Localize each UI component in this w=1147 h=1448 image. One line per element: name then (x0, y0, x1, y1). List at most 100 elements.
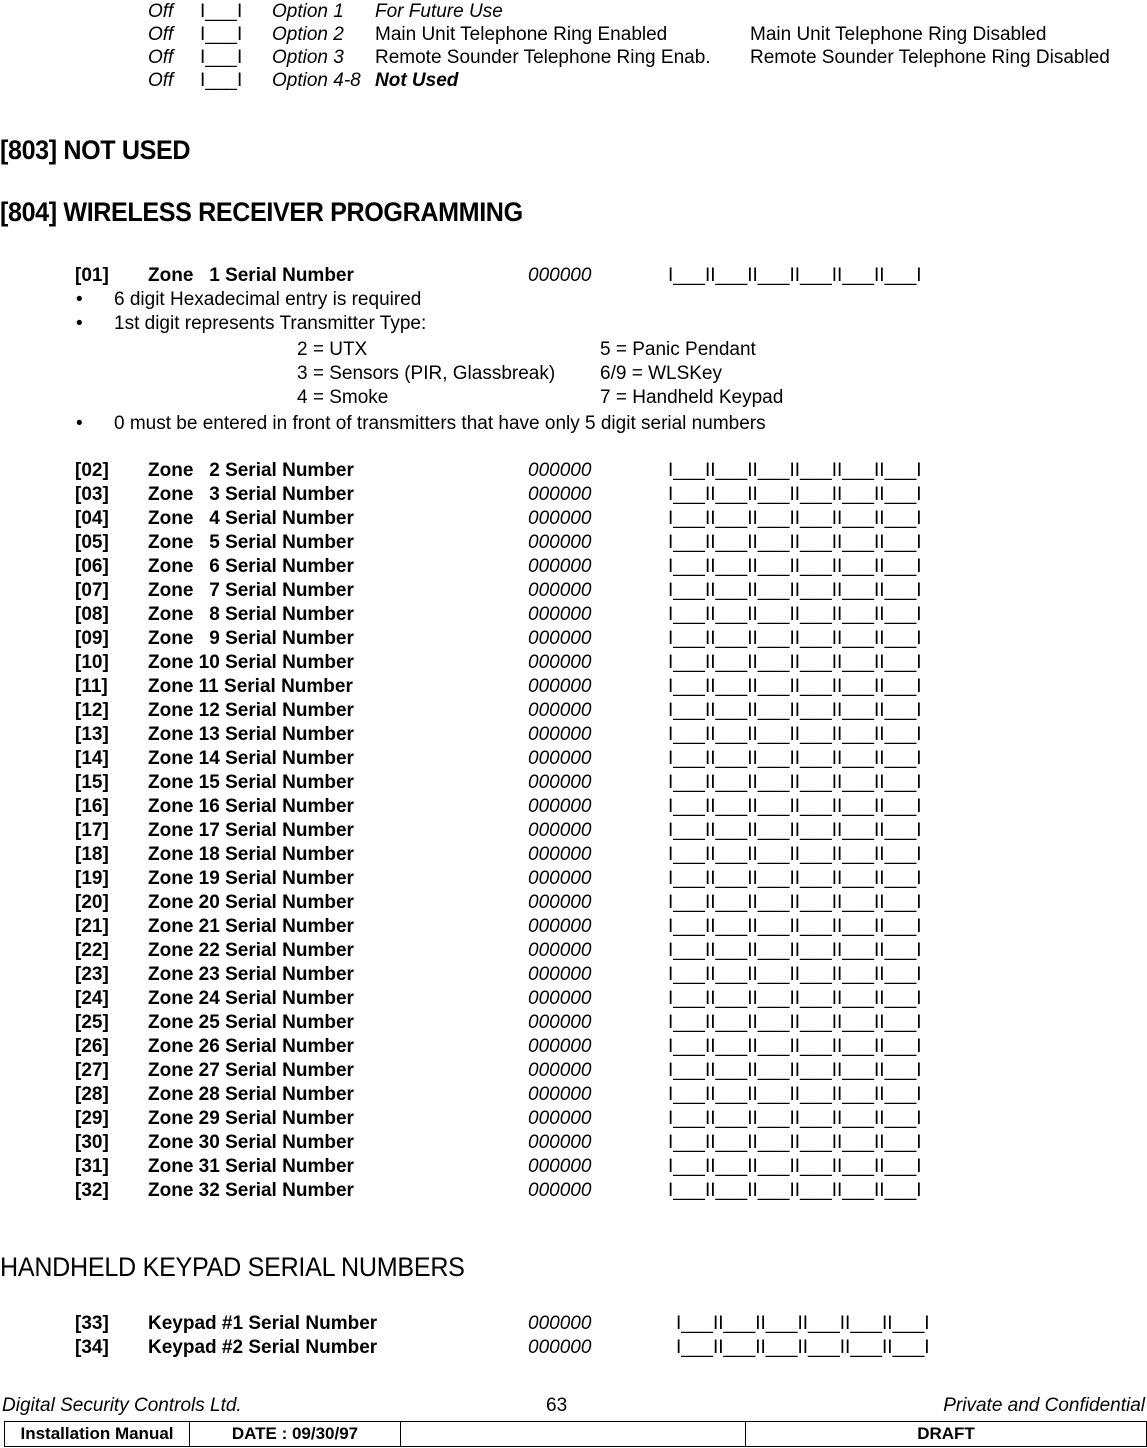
option-description-enabled: Remote Sounder Telephone Ring Enab. (375, 47, 711, 68)
zone-serial-number-row[interactable]: [03] Zone 3 Serial Number 000000 I___II___I… (0, 483, 1147, 507)
zone-serial-number-row[interactable]: [31] Zone 31 Serial Number 000000 I___II___… (0, 1155, 1147, 1179)
entry-fill-boxes[interactable]: I___II___II___II___II___II___I (668, 264, 922, 288)
zone-serial-number-row[interactable]: [20] Zone 20 Serial Number 000000 I___II___… (0, 891, 1147, 915)
bullet-text: 0 must be entered in front of transmitte… (114, 413, 766, 434)
option-row[interactable]: Off I___I Option 2 Main Unit Telephone Ring… (0, 23, 1147, 46)
option-name: Option 2 (272, 24, 344, 45)
zone-serial-number-row[interactable]: [23] Zone 23 Serial Number 000000 I___II___… (0, 963, 1147, 987)
zone-serial-number-row[interactable]: [29] Zone 29 Serial Number 000000 I___II___… (0, 1107, 1147, 1131)
entry-fill-boxes[interactable]: I___II___II___II___II___II___I (668, 579, 922, 603)
zone-serial-number-row[interactable]: [07] Zone 7 Serial Number 000000 I___II___I… (0, 579, 1147, 603)
heading-handheld-keypad-serial-numbers: HANDHELD KEYPAD SERIAL NUMBERS (0, 1252, 465, 1282)
zone-serial-number-row[interactable]: [05] Zone 5 Serial Number 000000 I___II___I… (0, 531, 1147, 555)
entry-default-value: 000000 (528, 1337, 592, 1358)
entry-fill-boxes[interactable]: I___II___II___II___II___II___I (668, 747, 922, 771)
option-description-enabled: Not Used (375, 70, 459, 91)
footer-confidentiality: Private and Confidential (943, 1395, 1145, 1416)
entry-fill-boxes[interactable]: I___II___II___II___II___II___I (668, 675, 922, 699)
zone-serial-number-row[interactable]: [02] Zone 2 Serial Number 000000 I___II___I… (0, 459, 1147, 483)
entry-index: [21] (75, 916, 109, 937)
zone-serial-number-row[interactable]: [14] Zone 14 Serial Number 000000 I___II___… (0, 747, 1147, 771)
entry-fill-boxes[interactable]: I___II___II___II___II___II___I (668, 531, 922, 555)
entry-fill-boxes[interactable]: I___II___II___II___II___II___I (668, 771, 922, 795)
zone-serial-number-row[interactable]: [32] Zone 32 Serial Number 000000 I___II___… (0, 1179, 1147, 1203)
entry-index: [06] (75, 556, 109, 577)
entry-fill-boxes[interactable]: I___II___II___II___II___II___I (668, 963, 922, 987)
zone-serial-number-row[interactable]: [10] Zone 10 Serial Number 000000 I___II___… (0, 651, 1147, 675)
entry-fill-boxes[interactable]: I___II___II___II___II___II___I (668, 507, 922, 531)
entry-fill-boxes[interactable]: I___II___II___II___II___II___I (668, 627, 922, 651)
zone-serial-number-row[interactable]: [09] Zone 9 Serial Number 000000 I___II___I… (0, 627, 1147, 651)
entry-label: Zone 14 Serial Number (148, 748, 354, 769)
zone-serial-number-row[interactable]: [24] Zone 24 Serial Number 000000 I___II___… (0, 987, 1147, 1011)
entry-fill-boxes[interactable]: I___II___II___II___II___II___I (668, 1083, 922, 1107)
entry-fill-boxes[interactable]: I___II___II___II___II___II___I (668, 1059, 922, 1083)
entry-fill-boxes[interactable]: I___II___II___II___II___II___I (668, 651, 922, 675)
bullet-icon: • (76, 313, 83, 334)
entry-fill-boxes[interactable]: I___II___II___II___II___II___I (668, 483, 922, 507)
entry-fill-boxes[interactable]: I___II___II___II___II___II___I (668, 1179, 922, 1203)
entry-fill-boxes[interactable]: I___II___II___II___II___II___I (668, 987, 922, 1011)
zone-serial-number-row[interactable]: [12] Zone 12 Serial Number 000000 I___II___… (0, 699, 1147, 723)
zone-serial-number-row[interactable]: [11] Zone 11 Serial Number 000000 I___II___… (0, 675, 1147, 699)
zone-serial-number-row[interactable]: [27] Zone 27 Serial Number 000000 I___II___… (0, 1059, 1147, 1083)
keypad-serial-number-row[interactable]: [34] Keypad #2 Serial Number 000000 I___II_… (0, 1336, 1147, 1360)
zone-serial-number-row[interactable]: [15] Zone 15 Serial Number 000000 I___II___… (0, 771, 1147, 795)
zone-serial-number-row[interactable]: [08] Zone 8 Serial Number 000000 I___II___I… (0, 603, 1147, 627)
entry-fill-boxes[interactable]: I___II___II___II___II___II___I (668, 1155, 922, 1179)
entry-fill-boxes[interactable]: I___II___II___II___II___II___I (668, 699, 922, 723)
footer-company: Digital Security Controls Ltd. (2, 1395, 242, 1416)
option-fill-box[interactable]: I___I (200, 0, 242, 23)
entry-index: [17] (75, 820, 109, 841)
entry-index: [34] (75, 1337, 109, 1358)
entry-label: Zone 30 Serial Number (148, 1132, 354, 1153)
entry-fill-boxes[interactable]: I___II___II___II___II___II___I (676, 1312, 930, 1336)
entry-label: Zone 10 Serial Number (148, 652, 354, 673)
entry-fill-boxes[interactable]: I___II___II___II___II___II___I (668, 1107, 922, 1131)
entry-label: Zone 11 Serial Number (148, 676, 353, 697)
option-row[interactable]: Off I___I Option 4-8 Not Used (0, 69, 1147, 92)
zone-serial-number-row[interactable]: [19] Zone 19 Serial Number 000000 I___II___… (0, 867, 1147, 891)
zone-serial-number-row[interactable]: [22] Zone 22 Serial Number 000000 I___II___… (0, 939, 1147, 963)
entry-fill-boxes[interactable]: I___II___II___II___II___II___I (668, 459, 922, 483)
option-fill-box[interactable]: I___I (200, 69, 242, 92)
transmitter-type-left: 4 = Smoke (297, 387, 389, 408)
entry-fill-boxes[interactable]: I___II___II___II___II___II___I (668, 795, 922, 819)
entry-fill-boxes[interactable]: I___II___II___II___II___II___I (668, 723, 922, 747)
entry-index: [13] (75, 724, 109, 745)
zone-serial-number-row[interactable]: [21] Zone 21 Serial Number 000000 I___II___… (0, 915, 1147, 939)
entry-fill-boxes[interactable]: I___II___II___II___II___II___I (668, 843, 922, 867)
keypad-serial-number-row[interactable]: [33] Keypad #1 Serial Number 000000 I___II_… (0, 1312, 1147, 1336)
zone-serial-number-row[interactable]: [30] Zone 30 Serial Number 000000 I___II___… (0, 1131, 1147, 1155)
zone-serial-number-row[interactable]: [28] Zone 28 Serial Number 000000 I___II___… (0, 1083, 1147, 1107)
note-bullet-row: • 6 digit Hexadecimal entry is required (0, 288, 1147, 312)
zone-serial-number-row[interactable]: [16] Zone 16 Serial Number 000000 I___II___… (0, 795, 1147, 819)
entry-fill-boxes[interactable]: I___II___II___II___II___II___I (668, 1011, 922, 1035)
entry-fill-boxes[interactable]: I___II___II___II___II___II___I (668, 603, 922, 627)
zone-serial-number-row[interactable]: [06] Zone 6 Serial Number 000000 I___II___I… (0, 555, 1147, 579)
option-row[interactable]: Off I___I Option 3 Remote Sounder Telephone… (0, 46, 1147, 69)
entry-fill-boxes[interactable]: I___II___II___II___II___II___I (668, 555, 922, 579)
entry-fill-boxes[interactable]: I___II___II___II___II___II___I (668, 891, 922, 915)
zone-serial-number-row[interactable]: [04] Zone 4 Serial Number 000000 I___II___I… (0, 507, 1147, 531)
entry-fill-boxes[interactable]: I___II___II___II___II___II___I (668, 915, 922, 939)
entry-fill-boxes[interactable]: I___II___II___II___II___II___I (668, 867, 922, 891)
zone-serial-number-row[interactable]: [17] Zone 17 Serial Number 000000 I___II___… (0, 819, 1147, 843)
option-row[interactable]: Off I___I Option 1 For Future Use (0, 0, 1147, 23)
entry-fill-boxes[interactable]: I___II___II___II___II___II___I (668, 819, 922, 843)
entry-row-zone-1[interactable]: [01] Zone 1 Serial Number 000000 I___II_… (0, 264, 1147, 288)
entry-fill-boxes[interactable]: I___II___II___II___II___II___I (676, 1336, 930, 1360)
entry-label: Keypad #1 Serial Number (148, 1313, 378, 1334)
transmitter-type-left: 3 = Sensors (PIR, Glassbreak) (297, 363, 556, 384)
option-fill-box[interactable]: I___I (200, 23, 242, 46)
entry-fill-boxes[interactable]: I___II___II___II___II___II___I (668, 939, 922, 963)
zone-serial-number-row[interactable]: [18] Zone 18 Serial Number 000000 I___II___… (0, 843, 1147, 867)
zone-serial-number-row[interactable]: [13] Zone 13 Serial Number 000000 I___II___… (0, 723, 1147, 747)
zone-serial-number-row[interactable]: [26] Zone 26 Serial Number 000000 I___II___… (0, 1035, 1147, 1059)
entry-fill-boxes[interactable]: I___II___II___II___II___II___I (668, 1035, 922, 1059)
zone-serial-number-row[interactable]: [25] Zone 25 Serial Number 000000 I___II___… (0, 1011, 1147, 1035)
option-fill-box[interactable]: I___I (200, 46, 242, 69)
transmitter-type-left: 2 = UTX (297, 339, 368, 360)
entry-default-value: 000000 (528, 628, 592, 649)
entry-fill-boxes[interactable]: I___II___II___II___II___II___I (668, 1131, 922, 1155)
